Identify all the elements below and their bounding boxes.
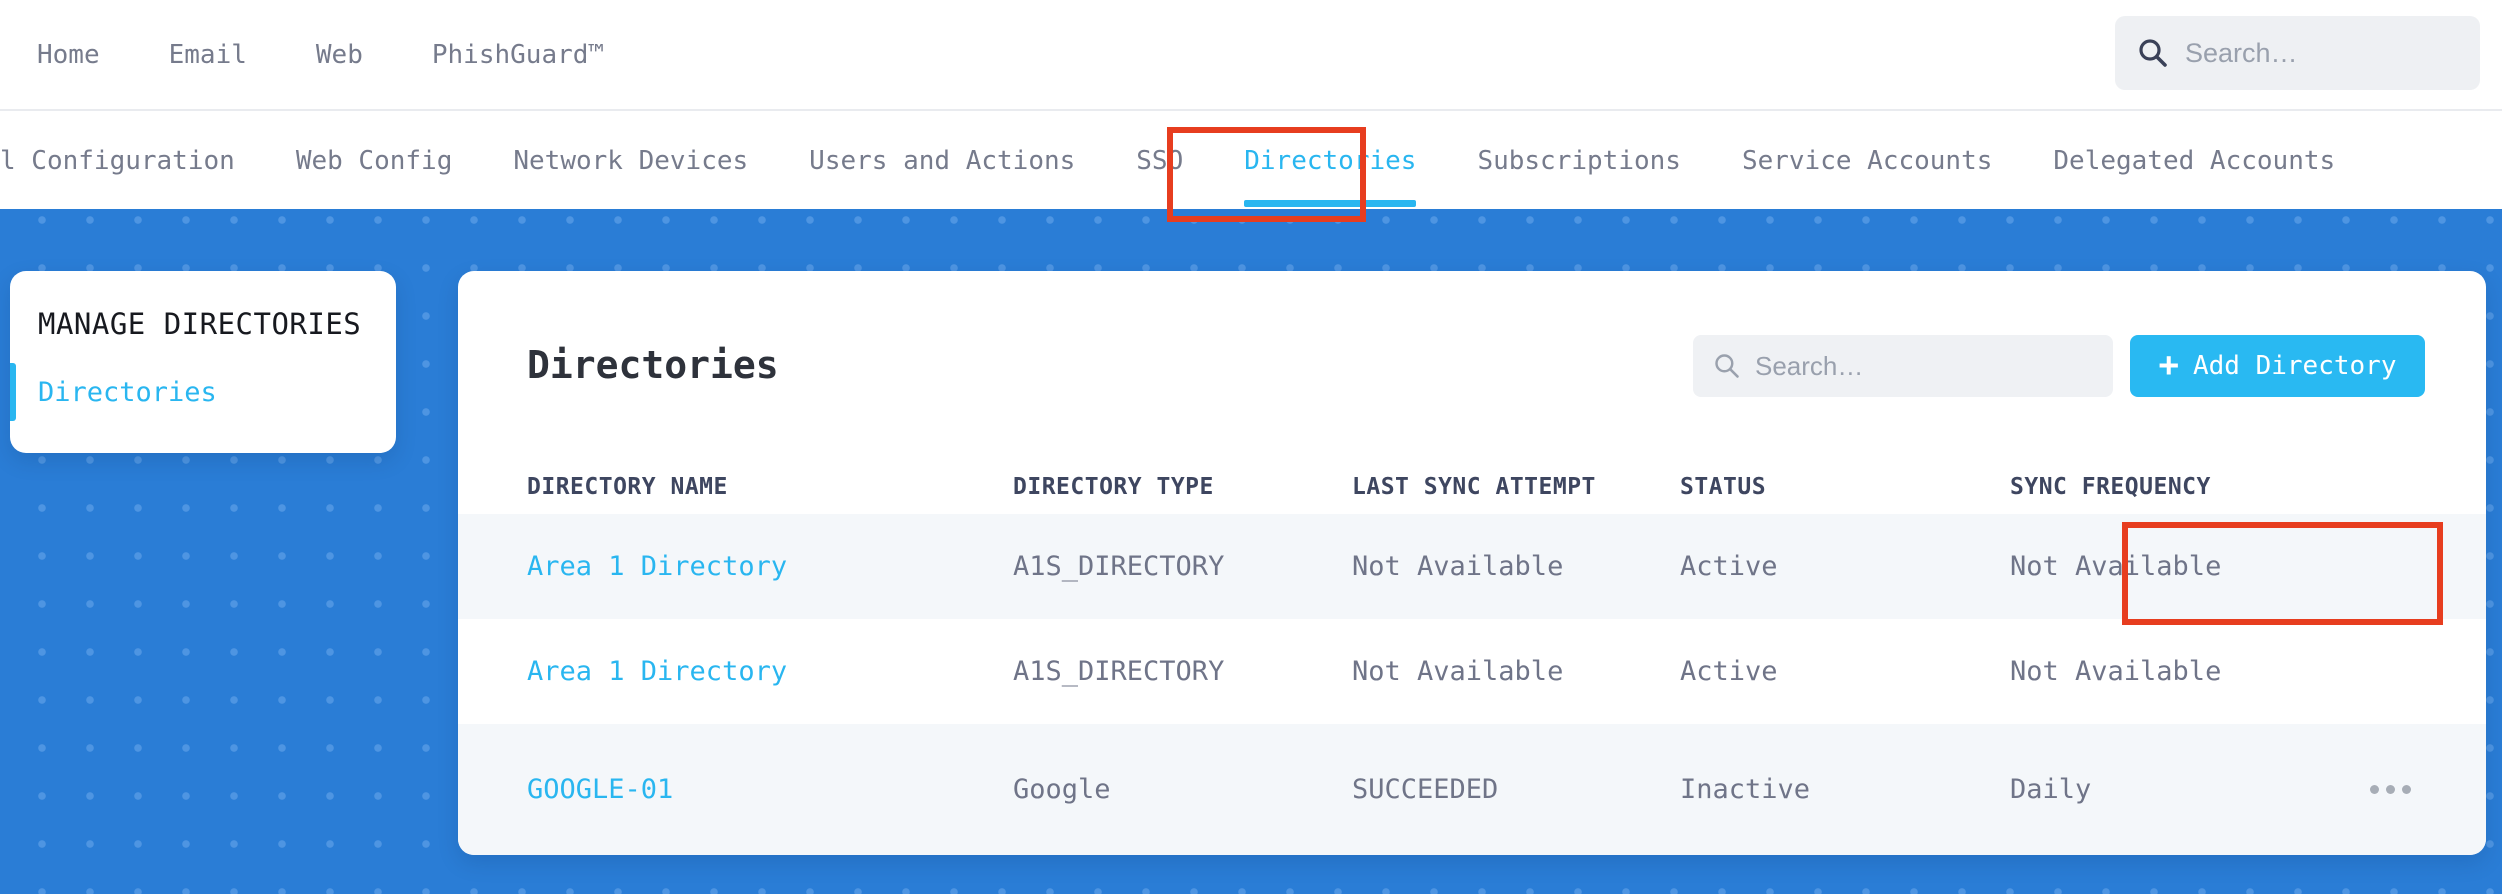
active-tab-underline [1244,200,1417,207]
table-row[interactable]: Area 1 Directory A1S_DIRECTORY Not Avail… [458,514,2486,619]
manage-directories-card: MANAGE DIRECTORIES Directories [10,271,396,453]
last-sync-cell: Not Available [1352,656,1564,687]
tab-network-devices[interactable]: Network Devices [513,113,748,209]
sidebar-item-directories[interactable]: Directories [38,377,217,408]
tab-directories[interactable]: Directories [1244,113,1417,209]
nav-item-web[interactable]: Web [316,40,363,70]
search-icon [2139,39,2167,67]
directories-search[interactable] [1693,335,2113,397]
secondary-nav: l Configuration Web Config Network Devic… [0,113,2502,209]
status-cell: Active [1680,656,1778,687]
directories-search-input[interactable] [1755,350,2093,382]
directory-name-link[interactable]: GOOGLE-01 [527,774,1013,805]
directory-type-cell: A1S_DIRECTORY [1013,551,1225,582]
column-header-directory-name: DIRECTORY NAME [527,474,728,500]
global-search-input[interactable] [2185,37,2502,69]
tab-email-configuration[interactable]: l Configuration [0,113,235,209]
sync-frequency-cell: Not Available [2010,551,2222,582]
directory-name-link[interactable]: Area 1 Directory [527,551,1013,582]
last-sync-cell: SUCCEEDED [1352,774,1499,805]
nav-item-home[interactable]: Home [37,40,100,70]
column-header-sync-frequency: SYNC FREQUENCY [2010,474,2211,500]
tab-users-and-actions[interactable]: Users and Actions [809,113,1075,209]
table-header-row: DIRECTORY NAME DIRECTORY TYPE LAST SYNC … [458,460,2486,514]
table-row[interactable]: GOOGLE-01 Google SUCCEEDED Inactive Dail… [458,724,2486,855]
tab-sso[interactable]: SSO [1136,113,1183,209]
table-row[interactable]: Area 1 Directory A1S_DIRECTORY Not Avail… [458,619,2486,724]
global-search[interactable] [2115,16,2502,90]
sidebar-title: MANAGE DIRECTORIES [38,307,362,341]
app-window: Home Email Web PhishGuard™ l Configurati… [0,0,2502,894]
sync-frequency-cell: Not Available [2010,656,2222,687]
page-title: Directories [527,343,779,387]
add-directory-label: Add Directory [2192,351,2397,381]
status-cell: Inactive [1680,774,1811,805]
workspace-background: MANAGE DIRECTORIES Directories Directori… [0,209,2502,894]
tab-subscriptions[interactable]: Subscriptions [1477,113,1681,209]
row-actions-menu-icon[interactable] [2370,775,2446,804]
nav-item-email[interactable]: Email [169,40,247,70]
status-cell: Active [1680,551,1778,582]
column-header-status: STATUS [1680,474,1767,500]
directory-name-link[interactable]: Area 1 Directory [527,656,1013,687]
search-icon [1715,354,1739,378]
sync-frequency-cell: Daily [2010,774,2092,805]
tab-delegated-accounts[interactable]: Delegated Accounts [2053,113,2335,209]
directories-table: DIRECTORY NAME DIRECTORY TYPE LAST SYNC … [458,460,2486,855]
directory-type-cell: Google [1013,774,1111,805]
directories-panel: Directories + Add Directory DIRECTORY NA… [458,271,2486,855]
nav-item-phishguard[interactable]: PhishGuard™ [432,40,604,70]
plus-icon: + [2158,344,2179,385]
last-sync-cell: Not Available [1352,551,1564,582]
tab-web-config[interactable]: Web Config [296,113,453,209]
add-directory-button[interactable]: + Add Directory [2130,335,2425,397]
column-header-directory-type: DIRECTORY TYPE [1013,474,1214,500]
tab-service-accounts[interactable]: Service Accounts [1742,113,1992,209]
directory-type-cell: A1S_DIRECTORY [1013,656,1225,687]
column-header-last-sync-attempt: LAST SYNC ATTEMPT [1352,474,1596,500]
active-item-indicator [10,363,16,421]
